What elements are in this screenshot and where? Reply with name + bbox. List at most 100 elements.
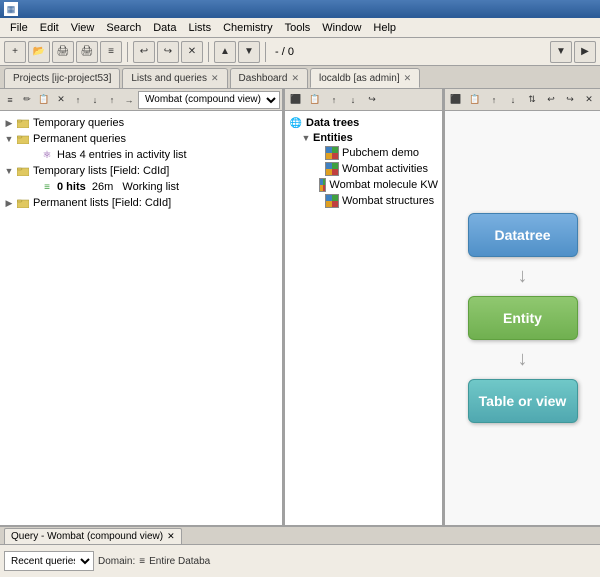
tab-dashboard-close[interactable]: ✕	[291, 73, 299, 84]
menu-window[interactable]: Window	[316, 20, 367, 36]
tree-wombat-activities[interactable]: Wombat activities	[313, 161, 438, 177]
right-tb-6[interactable]: ↩	[542, 91, 560, 109]
folder-perm-list-icon	[16, 196, 30, 210]
tab-projects[interactable]: Projects [ijc-project53]	[4, 68, 120, 88]
tab-lists-close[interactable]: ✕	[211, 73, 219, 84]
menu-help[interactable]: Help	[367, 20, 402, 36]
tree-item-perm-queries[interactable]: ▼ Permanent queries	[4, 131, 278, 147]
tableview-node[interactable]: Table or view	[468, 379, 578, 423]
folder-perm-icon	[16, 132, 30, 146]
wombat-mol-grid-icon	[319, 178, 326, 192]
diagram-area: Datatree ↓ Entity ↓ Table or view	[445, 111, 600, 525]
tree-pubchem[interactable]: Pubchem demo	[313, 145, 438, 161]
right-panel-toolbar: ⬛ 📋 ↑ ↓ ⇅ ↩ ↪ ✕	[445, 89, 600, 111]
temp-lists-label: Temporary lists [Field: CdId]	[33, 165, 169, 177]
left-tb-down[interactable]: ↓	[87, 91, 103, 109]
mid-tb-1[interactable]: ⬛	[287, 91, 305, 109]
menu-search[interactable]: Search	[100, 20, 147, 36]
undo-button[interactable]: ↩	[133, 41, 155, 63]
tab-lists-label: Lists and queries	[131, 73, 207, 84]
tab-dashboard[interactable]: Dashboard ✕	[230, 68, 308, 88]
expand-icon: ▶	[4, 118, 14, 129]
tree-item-temp-lists[interactable]: ▼ Temporary lists [Field: CdId]	[4, 163, 278, 179]
right-tb-2[interactable]: 📋	[466, 91, 484, 109]
menu-file[interactable]: File	[4, 20, 34, 36]
print-button[interactable]: 🖨	[52, 41, 74, 63]
bottom-tab-bar: Query - Wombat (compound view) ✕	[0, 527, 600, 544]
main-content: ≡ ✏ 📋 ✕ ↑ ↓ ↑ → Wombat (compound view) ▶…	[0, 88, 600, 525]
right-tb-8[interactable]: ✕	[580, 91, 598, 109]
bottom-tab-query[interactable]: Query - Wombat (compound view) ✕	[4, 528, 182, 544]
tree-item-0hits[interactable]: ≡ 0 hits 26m Working list	[28, 179, 278, 195]
wombat-molecule-label: Wombat molecule KW	[329, 179, 438, 191]
menu-lists[interactable]: Lists	[182, 20, 217, 36]
tree-wombat-molecule[interactable]: Wombat molecule KW	[313, 177, 438, 193]
tree-item-perm-lists[interactable]: ▶ Permanent lists [Field: CdId]	[4, 195, 278, 211]
pubchem-grid-icon	[325, 146, 339, 160]
right-tb-5[interactable]: ⇅	[523, 91, 541, 109]
left-tb-del[interactable]: ✕	[53, 91, 69, 109]
right-panel: ⬛ 📋 ↑ ↓ ⇅ ↩ ↪ ✕ Datatree ↓ Entity ↓ Tabl…	[445, 89, 600, 525]
extra-btn-2[interactable]: ▶	[574, 41, 596, 63]
list-icon: ≡	[40, 180, 54, 194]
open-button[interactable]: 📂	[28, 41, 50, 63]
left-tb-export[interactable]: ↑	[104, 91, 120, 109]
tree-item-has4[interactable]: ⚛ Has 4 entries in activity list	[28, 147, 278, 163]
datatree-node[interactable]: Datatree	[468, 213, 578, 257]
left-tb-close[interactable]: →	[121, 91, 137, 109]
menu-edit[interactable]: Edit	[34, 20, 65, 36]
expand-icon-4: ▼	[4, 166, 14, 176]
right-tb-7[interactable]: ↪	[561, 91, 579, 109]
close-button[interactable]: ✕	[181, 41, 203, 63]
bottom-tab-close[interactable]: ✕	[167, 531, 175, 542]
right-tb-3[interactable]: ↑	[485, 91, 503, 109]
app-icon: ▦	[4, 2, 18, 16]
entity-node[interactable]: Entity	[468, 296, 578, 340]
tab-localdb-label: localdb [as admin]	[319, 73, 400, 84]
left-panel-toolbar: ≡ ✏ 📋 ✕ ↑ ↓ ↑ → Wombat (compound view)	[0, 89, 282, 111]
nav-display: - / 0	[271, 46, 298, 58]
middle-tree-area: 🌐 Data trees ▼ Entities Pubchem demo	[285, 111, 442, 525]
mid-tb-3[interactable]: ↑	[325, 91, 343, 109]
up-button[interactable]: ▲	[214, 41, 236, 63]
right-tb-4[interactable]: ↓	[504, 91, 522, 109]
new-button[interactable]: +	[4, 41, 26, 63]
redo-button[interactable]: ↪	[157, 41, 179, 63]
wombat-activities-label: Wombat activities	[342, 163, 428, 175]
data-trees-header: 🌐 Data trees	[289, 115, 438, 131]
perm-queries-label: Permanent queries	[33, 133, 126, 145]
mid-tb-4[interactable]: ↓	[344, 91, 362, 109]
tab-projects-label: Projects [ijc-project53]	[13, 73, 111, 84]
tree-wombat-structures[interactable]: Wombat structures	[313, 193, 438, 209]
tab-bar: Projects [ijc-project53] Lists and queri…	[0, 66, 600, 88]
expand-icon-2: ▼	[4, 134, 14, 144]
menu-chemistry[interactable]: Chemistry	[217, 20, 279, 36]
mid-tb-5[interactable]: ↪	[363, 91, 381, 109]
tab-localdb[interactable]: localdb [as admin] ✕	[310, 68, 420, 88]
left-tb-edit[interactable]: ✏	[19, 91, 35, 109]
title-bar: ▦	[0, 0, 600, 18]
menu-tools[interactable]: Tools	[279, 20, 317, 36]
bottom-panel: Query - Wombat (compound view) ✕ Recent …	[0, 525, 600, 577]
tab-dashboard-label: Dashboard	[239, 73, 288, 84]
left-tb-up[interactable]: ↑	[70, 91, 86, 109]
recent-queries-dropdown[interactable]: Recent queries...	[4, 551, 94, 571]
entities-header[interactable]: ▼ Entities	[301, 131, 438, 145]
entity-node-label: Entity	[503, 310, 542, 326]
data-trees-label: Data trees	[306, 117, 359, 129]
down-button[interactable]: ▼	[238, 41, 260, 63]
extra-btn-1[interactable]: ▼	[550, 41, 572, 63]
menu-data[interactable]: Data	[147, 20, 182, 36]
tab-localdb-close[interactable]: ✕	[404, 73, 412, 84]
left-tb-menu[interactable]: ≡	[2, 91, 18, 109]
wombat-structures-label: Wombat structures	[342, 195, 434, 207]
print2-button[interactable]: 🖨	[76, 41, 98, 63]
tab-lists-queries[interactable]: Lists and queries ✕	[122, 68, 227, 88]
tree-item-temp-queries[interactable]: ▶ Temporary queries	[4, 115, 278, 131]
left-tb-copy[interactable]: 📋	[36, 91, 52, 109]
list-button[interactable]: ≡	[100, 41, 122, 63]
right-tb-1[interactable]: ⬛	[447, 91, 465, 109]
mid-tb-2[interactable]: 📋	[306, 91, 324, 109]
menu-view[interactable]: View	[65, 20, 101, 36]
left-panel-dropdown[interactable]: Wombat (compound view)	[138, 91, 280, 109]
